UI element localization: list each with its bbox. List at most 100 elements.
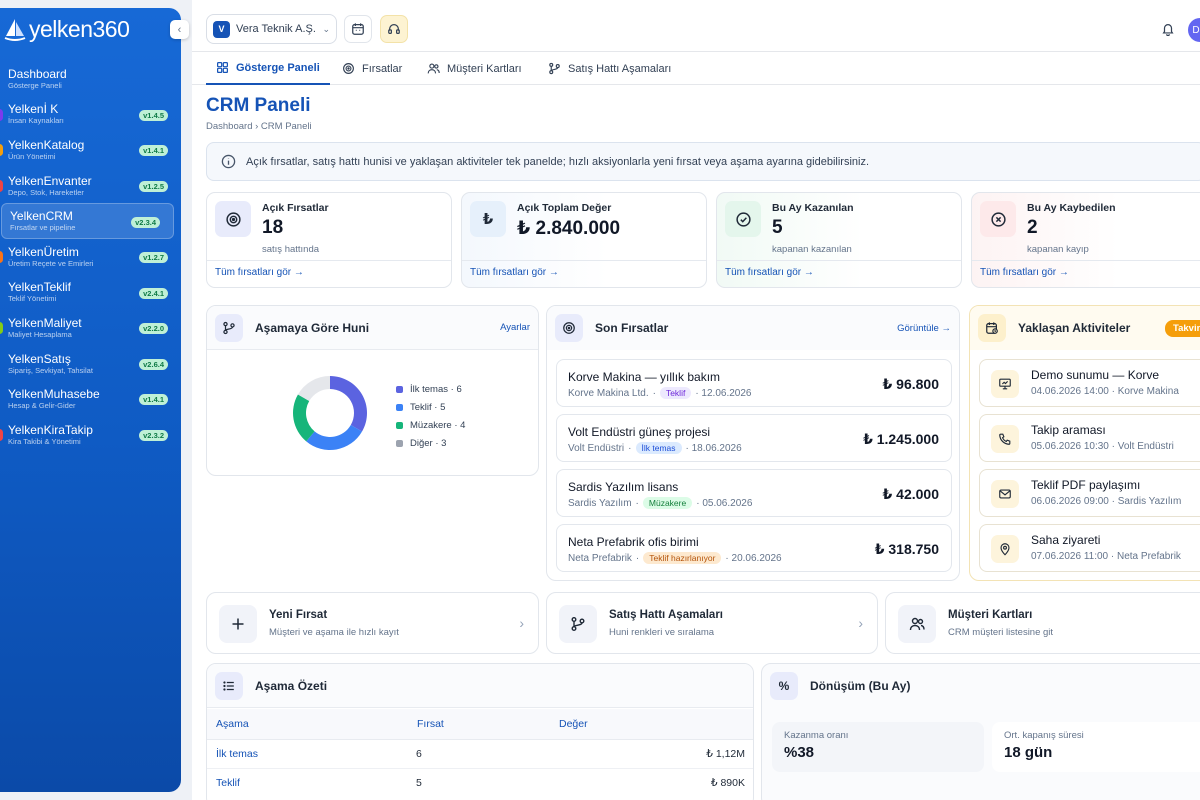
stat-label: Kazanma oranı	[784, 730, 849, 741]
nav-label: Dashboard	[8, 66, 67, 81]
activity-meta: 06.06.2026 09:00 · Sardis Yazılım	[1031, 496, 1182, 507]
calendar-badge[interactable]: Takvim	[1165, 320, 1200, 337]
legend-label: Teklif · 5	[410, 401, 446, 413]
cell-stage[interactable]: İlk temas	[207, 739, 416, 768]
stat-value: 18 gün	[1004, 744, 1053, 761]
activity-meta: 05.06.2026 10:30 · Volt Endüstri	[1031, 441, 1174, 452]
card-icon: %	[770, 672, 798, 700]
brand-logo[interactable]: yelken360	[4, 16, 130, 43]
card-header: Aşama Özeti	[207, 664, 753, 708]
company-selector[interactable]: V Vera Teknik A.Ş. ⌄	[206, 14, 337, 44]
sidebar-item-dashboard[interactable]: Dashboard Gösterge Paneli	[0, 61, 181, 97]
card-title: Son Fırsatlar	[595, 321, 669, 335]
card-icon	[555, 314, 583, 342]
kpi-link[interactable]: Tüm fırsatları gör →	[972, 260, 1200, 287]
version-badge: v2.3.4	[131, 217, 160, 229]
opportunity-meta: Sardis Yazılım · Müzakere · 05.06.2026	[568, 497, 752, 509]
cell-stage[interactable]: Teklif	[207, 768, 416, 797]
card-icon	[215, 671, 243, 700]
sidebar-item-yelkenenvanter[interactable]: YelkenEnvanter Depo, Stok, Hareketler v1.2…	[0, 168, 181, 204]
table-row[interactable]: İlk temas 6 ₺ 1,12M	[207, 739, 753, 768]
notifications-button[interactable]	[1154, 15, 1182, 43]
sidebar-item-yelkeni-k[interactable]: Yelkenİ K İnsan Kaynakları v1.4.5	[0, 97, 181, 133]
activity-meta: 04.06.2026 14:00 · Korve Makina	[1031, 386, 1179, 397]
col-stage: Aşama	[216, 717, 249, 730]
cell-count: 6	[416, 747, 422, 760]
donut-segment-0	[330, 376, 367, 432]
legend-swatch	[396, 403, 403, 411]
donut-segment-1	[306, 425, 363, 450]
activity-item[interactable]: Takip araması 05.06.2026 10:30 · Volt En…	[979, 414, 1200, 462]
stage-tag: İlk temas	[635, 442, 682, 454]
company-badge: V	[213, 20, 230, 38]
version-badge: v1.4.1	[139, 394, 168, 406]
opportunity-item[interactable]: Korve Makina — yıllık bakım Korve Makina…	[556, 359, 952, 407]
opportunity-meta: Korve Makina Ltd. · Teklif · 12.06.2026	[568, 387, 752, 399]
table-row[interactable]: Teklif 5 ₺ 890K	[207, 768, 753, 797]
opportunity-date: · 05.06.2026	[696, 497, 753, 509]
presentation-icon	[999, 378, 1011, 390]
kpi-link[interactable]: Tüm fırsatları gör →	[207, 260, 451, 287]
activity-item[interactable]: Saha ziyareti 07.06.2026 11:00 · Neta Pr…	[979, 524, 1200, 572]
kpi-value: 18	[262, 217, 284, 238]
module-dot	[0, 108, 3, 121]
calendar-icon	[352, 23, 364, 35]
nav-sublabel: Gösterge Paneli	[8, 80, 62, 90]
sidebar-item-yelken-retim[interactable]: YelkenÜretim Üretim Reçete ve Emirleri v1.…	[0, 239, 181, 275]
sidebar-item-yelkenmaliyet[interactable]: YelkenMaliyet Maliyet Hesaplama v2.2.0	[0, 310, 181, 346]
legend-label: Müzakere · 4	[410, 419, 466, 431]
opportunity-item[interactable]: Volt Endüstri güneş projesi Volt Endüstr…	[556, 414, 952, 462]
opportunity-item[interactable]: Neta Prefabrik ofis birimi Neta Prefabri…	[556, 524, 952, 572]
kpi-link[interactable]: Tüm fırsatları gör →	[462, 260, 706, 287]
quick-sub: CRM müşteri listesine git	[948, 627, 1054, 638]
version-badge: v1.2.5	[139, 180, 168, 192]
opportunity-amount: ₺ 96.800	[882, 376, 939, 392]
support-button[interactable]	[380, 15, 408, 43]
list-icon	[223, 680, 234, 691]
separator-dot: ·	[635, 552, 640, 564]
card-header: Aşamaya Göre Huni Ayarlar	[207, 306, 538, 350]
kpi-icon: ₺	[470, 201, 506, 237]
sidebar-item-yelkenmuhasebe[interactable]: YelkenMuhasebe Hesap & Gelir-Gider v1.4.1	[0, 381, 181, 417]
settings-link[interactable]: Ayarlar	[500, 322, 530, 333]
activity-item[interactable]: Demo sunumu — Korve 04.06.2026 14:00 · K…	[979, 359, 1200, 407]
tab-pipeline-stages[interactable]: Satış Hattı Aşamaları	[548, 52, 671, 85]
quick-new-opportunity[interactable]: Yeni Fırsat Müşteri ve aşama ile hızlı k…	[206, 592, 539, 654]
stat-avg-close-time: Ort. kapanış süresi 18 gün	[992, 722, 1200, 772]
sidebar-item-yelkencrm[interactable]: YelkenCRM Fırsatlar ve pipeline v2.3.4	[1, 203, 174, 239]
activity-item[interactable]: Teklif PDF paylaşımı 06.06.2026 09:00 · …	[979, 469, 1200, 517]
kpi-sub: kapanan kazanılan	[772, 244, 852, 255]
quick-customer-cards[interactable]: Müşteri Kartları CRM müşteri listesine g…	[885, 592, 1200, 654]
funnel-legend: İlk temas · 6 Teklif · 5 Müzakere · 4 Diğer…	[396, 380, 465, 452]
tab-customer-cards[interactable]: Müşteri Kartları	[427, 52, 522, 85]
col-value: Değer	[559, 717, 588, 730]
tab-opportunities[interactable]: Fırsatlar	[342, 52, 402, 85]
legend-label: Diğer · 3	[410, 437, 447, 449]
collapse-sidebar-button[interactable]: ‹	[170, 20, 189, 39]
version-badge: v1.4.5	[139, 109, 168, 121]
activity-icon-box	[991, 535, 1019, 563]
tab-bar: Gösterge Paneli Fırsatlar Müşteri Kartla…	[192, 52, 1200, 85]
opportunity-item[interactable]: Sardis Yazılım lisans Sardis Yazılım · Mü…	[556, 469, 952, 517]
view-link[interactable]: Görüntüle →	[897, 323, 951, 334]
card-title: Yaklaşan Aktiviteler	[1018, 321, 1131, 335]
user-avatar[interactable]: D	[1188, 18, 1200, 42]
opportunity-title: Sardis Yazılım lisans	[568, 480, 679, 494]
kpi-link[interactable]: Tüm fırsatları gör →	[717, 260, 961, 287]
sidebar-item-yelkenkatalog[interactable]: YelkenKatalog Ürün Yönetimi v1.4.1	[0, 132, 181, 168]
activity-meta: 07.06.2026 11:00 · Neta Prefabrik	[1031, 551, 1181, 562]
chevron-right-icon: ›	[519, 615, 524, 631]
calendar-button[interactable]	[344, 15, 372, 43]
cell-value: ₺ 1,12M	[706, 747, 745, 760]
opportunity-meta: Neta Prefabrik · Teklif hazırlanıyor · 20…	[568, 552, 782, 564]
tab-label: Müşteri Kartları	[447, 62, 522, 75]
quick-icon	[219, 605, 257, 643]
pipeline-icon	[223, 321, 235, 334]
sidebar-item-yelkensat-[interactable]: YelkenSatış Sipariş, Sevkiyat, Tahsilat v2…	[0, 346, 181, 382]
quick-pipeline-stages[interactable]: Satış Hattı Aşamaları Huni renkleri ve s…	[546, 592, 878, 654]
kpi-label: Açık Fırsatlar	[262, 202, 329, 214]
tab-dashboard[interactable]: Gösterge Paneli	[206, 52, 330, 85]
sidebar-item-yelkenkiratakip[interactable]: YelkenKiraTakip Kira Takibi & Yönetimi v2.…	[0, 417, 181, 453]
kpi-won-this-month: Bu Ay Kazanılan 5 kapanan kazanılan Tüm …	[716, 192, 962, 288]
sidebar-item-yelkenteklif[interactable]: YelkenTeklif Teklif Yönetimi v2.4.1	[0, 275, 181, 311]
